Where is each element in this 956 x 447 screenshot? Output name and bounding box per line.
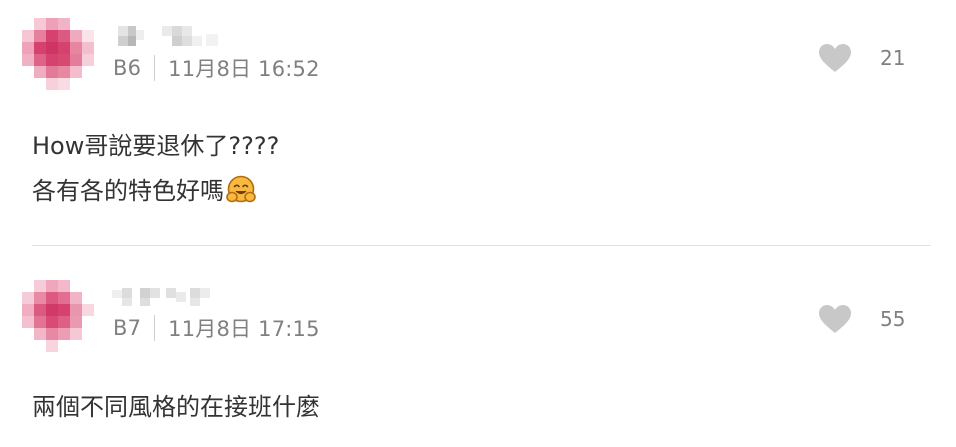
comment-line: How哥說要退休了???? [32,132,280,160]
heart-icon[interactable] [818,43,852,73]
heart-icon[interactable] [818,304,852,334]
meta-divider [154,55,156,81]
comment-card: B7 11月8日 17:15 55 兩個不同風格的在接班什麼 [0,260,956,447]
comment-body: 兩個不同風格的在接班什麼 [32,385,320,430]
username-blurred[interactable] [110,24,230,48]
comment-separator [32,245,931,246]
hugging-face-emoji-icon [226,175,256,203]
like-count: 21 [880,46,906,70]
comment-line: 兩個不同風格的在接班什麼 [32,393,320,421]
like-count: 55 [880,307,906,331]
avatar[interactable] [22,280,94,352]
comment-meta: B7 11月8日 17:15 [113,312,320,344]
comment-body: How哥說要退休了???? 各有各的特色好嗎 [32,124,279,214]
username-blurred[interactable] [110,284,230,308]
meta-divider [154,315,156,341]
avatar[interactable] [22,18,94,90]
comment-card: B6 11月8日 16:52 21 How哥說要退休了???? 各有各的特色好嗎 [0,0,956,246]
floor-number[interactable]: B7 [113,316,141,340]
comment-line: 各有各的特色好嗎 [32,177,224,205]
floor-number[interactable]: B6 [113,56,141,80]
comment-line-with-emoji: 各有各的特色好嗎 [32,169,279,214]
timestamp: 11月8日 16:52 [168,57,320,81]
timestamp: 11月8日 17:15 [168,317,320,341]
comment-meta: B6 11月8日 16:52 [113,52,320,84]
